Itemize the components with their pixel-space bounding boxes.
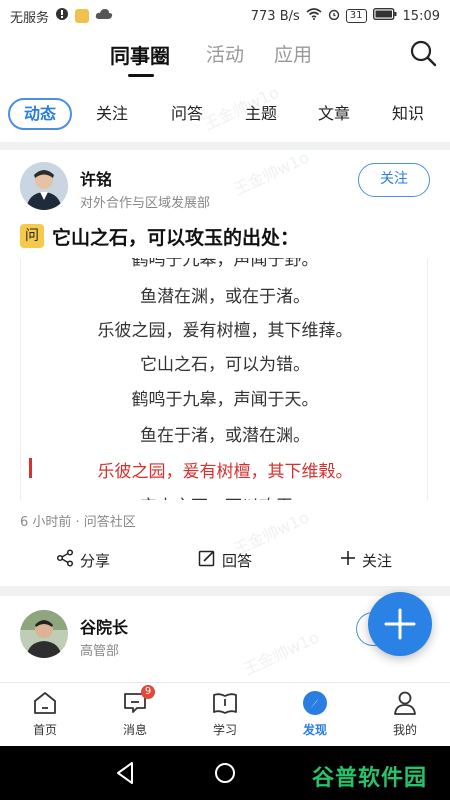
plus-icon xyxy=(340,550,356,570)
system-home-button[interactable] xyxy=(213,763,237,787)
system-back-button[interactable] xyxy=(113,763,137,787)
avatar[interactable] xyxy=(20,162,68,210)
answer-button[interactable]: 回答 xyxy=(198,548,252,572)
poem-line: 它山之石，可以为错。 xyxy=(140,355,310,375)
author-department: 高管部 xyxy=(80,644,120,659)
poem-line-highlighted: 乐彼之园，爰有树檀，其下维榖。 xyxy=(97,462,353,482)
author-name[interactable]: 许铭 xyxy=(80,166,112,190)
nav-discover[interactable]: 发现 xyxy=(283,689,347,738)
author-department: 对外合作与区域发展部 xyxy=(80,196,211,211)
watermark-text: 王金帅w1o xyxy=(240,627,322,680)
calendar-badge: 31 xyxy=(345,9,367,23)
nav-messages[interactable]: 9 消息 xyxy=(103,685,167,738)
nav-learning[interactable]: 学习 xyxy=(193,689,257,738)
search-icon[interactable] xyxy=(408,38,438,68)
user-icon xyxy=(394,691,416,715)
edit-icon xyxy=(198,549,216,571)
follow-button[interactable]: 关注 xyxy=(358,163,430,197)
watermark-text: 王金帅w1o xyxy=(230,147,312,200)
wifi-icon xyxy=(306,8,322,24)
post-meta: 6 小时前 · 问答社区 xyxy=(20,515,136,530)
poem-line: 鹤鸣于九皋，声闻于野。 xyxy=(131,258,319,270)
subtab-following[interactable]: 关注 xyxy=(96,98,128,130)
nav-profile[interactable]: 我的 xyxy=(373,689,437,738)
tab-apps[interactable]: 应用 xyxy=(274,40,312,67)
follow-question-label: 关注 xyxy=(362,551,393,570)
network-speed: 773 B/s xyxy=(250,8,300,24)
nav-discover-label: 发现 xyxy=(302,723,327,737)
subtab-articles[interactable]: 文章 xyxy=(318,98,350,130)
app-notification-icon xyxy=(75,9,90,23)
nav-home[interactable]: 首页 xyxy=(13,689,77,738)
author-name[interactable]: 谷院长 xyxy=(80,614,128,638)
subtab-qa[interactable]: 问答 xyxy=(171,98,203,130)
question-title[interactable]: 它山之石，可以攻玉的出处： xyxy=(52,223,299,250)
nav-learning-label: 学习 xyxy=(212,723,237,737)
poem-line: 鱼在于渚，或潜在渊。 xyxy=(140,426,310,446)
poem-line: 乐彼之园，爰有树檀，其下维萚。 xyxy=(97,321,353,341)
cloud-icon xyxy=(95,8,113,24)
battery-icon xyxy=(372,7,397,24)
active-tab-indicator xyxy=(128,74,154,77)
tab-activity[interactable]: 活动 xyxy=(206,40,244,67)
poem-line: 鹤鸣于九皋，声闻于天。 xyxy=(131,390,319,410)
status-bar: 无服务 773 B/s 31 15:09 xyxy=(0,0,450,32)
post-image-poem[interactable]: 鹤鸣于九皋，声闻于野。 鱼潜在渊，或在于渚。 乐彼之园，爰有树檀，其下维萚。 它… xyxy=(20,258,428,500)
nav-messages-label: 消息 xyxy=(122,723,147,737)
alarm-icon xyxy=(328,8,340,24)
compass-icon xyxy=(303,691,327,715)
share-label: 分享 xyxy=(80,551,111,570)
carrier-text: 无服务 xyxy=(10,10,50,26)
brand-watermark: 谷普软件园 xyxy=(312,766,428,791)
sub-tab-bar: 动态 关注 问答 主题 文章 知识 xyxy=(0,92,450,136)
subtab-feed[interactable]: 动态 xyxy=(8,98,73,130)
follow-question-button[interactable]: 关注 xyxy=(340,548,392,572)
book-icon xyxy=(213,693,237,714)
nav-home-label: 首页 xyxy=(32,723,57,737)
share-icon xyxy=(56,549,74,571)
status-right: 773 B/s 31 15:09 xyxy=(250,7,440,24)
subtab-topics[interactable]: 主题 xyxy=(245,98,277,130)
question-title-row[interactable]: 问 它山之石，可以攻玉的出处： xyxy=(20,222,299,250)
share-button[interactable]: 分享 xyxy=(56,548,110,572)
subtab-knowledge[interactable]: 知识 xyxy=(392,98,424,130)
nav-profile-label: 我的 xyxy=(392,723,417,737)
message-count-badge: 9 xyxy=(141,685,155,699)
poem-line: 它山之石，可以攻玉。 xyxy=(21,492,427,500)
avatar[interactable] xyxy=(20,610,68,658)
top-header: 同事圈 活动 应用 xyxy=(0,32,450,82)
clock: 15:09 xyxy=(402,8,440,24)
create-post-button[interactable] xyxy=(368,592,432,656)
question-badge: 问 xyxy=(20,224,44,248)
answer-label: 回答 xyxy=(222,551,253,570)
bottom-nav: 首页 9 消息 学习 发现 我的 xyxy=(0,682,450,746)
alert-icon xyxy=(55,7,69,25)
home-icon xyxy=(34,692,56,714)
tab-colleague-circle[interactable]: 同事圈 xyxy=(110,40,170,69)
section-divider xyxy=(0,142,450,150)
poem-line: 鱼潜在渊，或在于渚。 xyxy=(140,287,310,307)
status-left: 无服务 xyxy=(10,7,113,26)
